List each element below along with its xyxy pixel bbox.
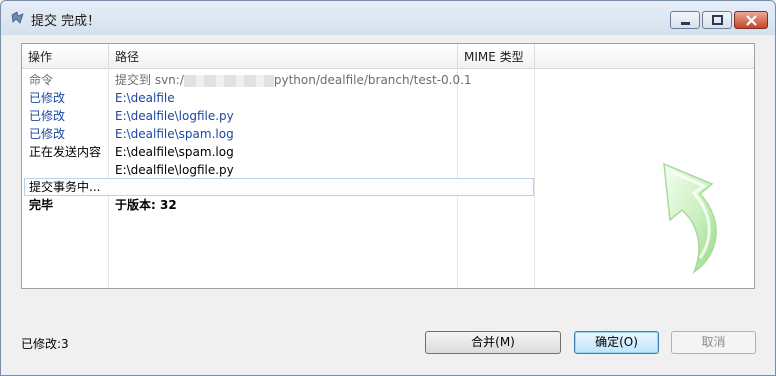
row-action: 已修改 [29, 91, 66, 105]
column-action-header[interactable]: 操作 [22, 44, 108, 68]
row-path: 提交到 svn:/python/dealfile/branch/test-0.0… [115, 73, 472, 87]
table-row[interactable]: 已修改 E:\dealfile [22, 89, 754, 107]
row-action: 已修改 [29, 109, 66, 123]
window-title: 提交 完成！ [31, 14, 101, 29]
table-row[interactable]: 已修改 E:\dealfile\logfile.py [22, 107, 754, 125]
redacted-host [183, 74, 274, 87]
commit-dialog: 提交 完成！ 操作 路径 MIME 类型 命令 提交到 svn:/python/… [0, 0, 776, 376]
row-action: 正在发送内容 [29, 145, 102, 159]
list-header: 操作 路径 MIME 类型 [22, 44, 754, 69]
table-row[interactable]: 已修改 E:\dealfile\spam.log [22, 125, 754, 143]
row-action: 提交事务中... [29, 180, 101, 194]
modified-count-status: 已修改:3 [21, 337, 69, 351]
row-action: 已修改 [29, 127, 66, 141]
row-action: 命令 [29, 73, 54, 87]
table-row[interactable]: 命令 提交到 svn:/python/dealfile/branch/test-… [22, 71, 754, 89]
commit-log-list[interactable]: 操作 路径 MIME 类型 命令 提交到 svn:/python/dealfil… [21, 43, 755, 289]
row-path: 于版本: 32 [115, 198, 177, 212]
column-mime-header[interactable]: MIME 类型 [458, 44, 534, 68]
close-button[interactable] [734, 11, 768, 29]
row-path: E:\dealfile\spam.log [115, 145, 234, 159]
row-path: E:\dealfile\logfile.py [115, 163, 234, 177]
cancel-button[interactable]: 取消 [671, 331, 756, 354]
row-path: E:\dealfile [115, 91, 175, 105]
table-row[interactable]: 正在发送内容 E:\dealfile\spam.log [22, 143, 754, 161]
row-path: E:\dealfile\spam.log [115, 127, 234, 141]
merge-button[interactable]: 合并(M) [425, 331, 561, 354]
app-icon [11, 11, 24, 24]
row-action: 完毕 [29, 198, 54, 212]
maximize-icon [712, 15, 723, 25]
column-path-header[interactable]: 路径 [109, 44, 455, 68]
minimize-icon [681, 22, 690, 25]
commit-arrow-icon [663, 162, 717, 274]
minimize-button[interactable] [670, 11, 700, 29]
title-bar: 提交 完成！ [1, 1, 775, 35]
close-icon [746, 15, 757, 26]
maximize-button[interactable] [702, 11, 732, 29]
row-path: E:\dealfile\logfile.py [115, 109, 234, 123]
ok-button[interactable]: 确定(O) [574, 331, 659, 354]
